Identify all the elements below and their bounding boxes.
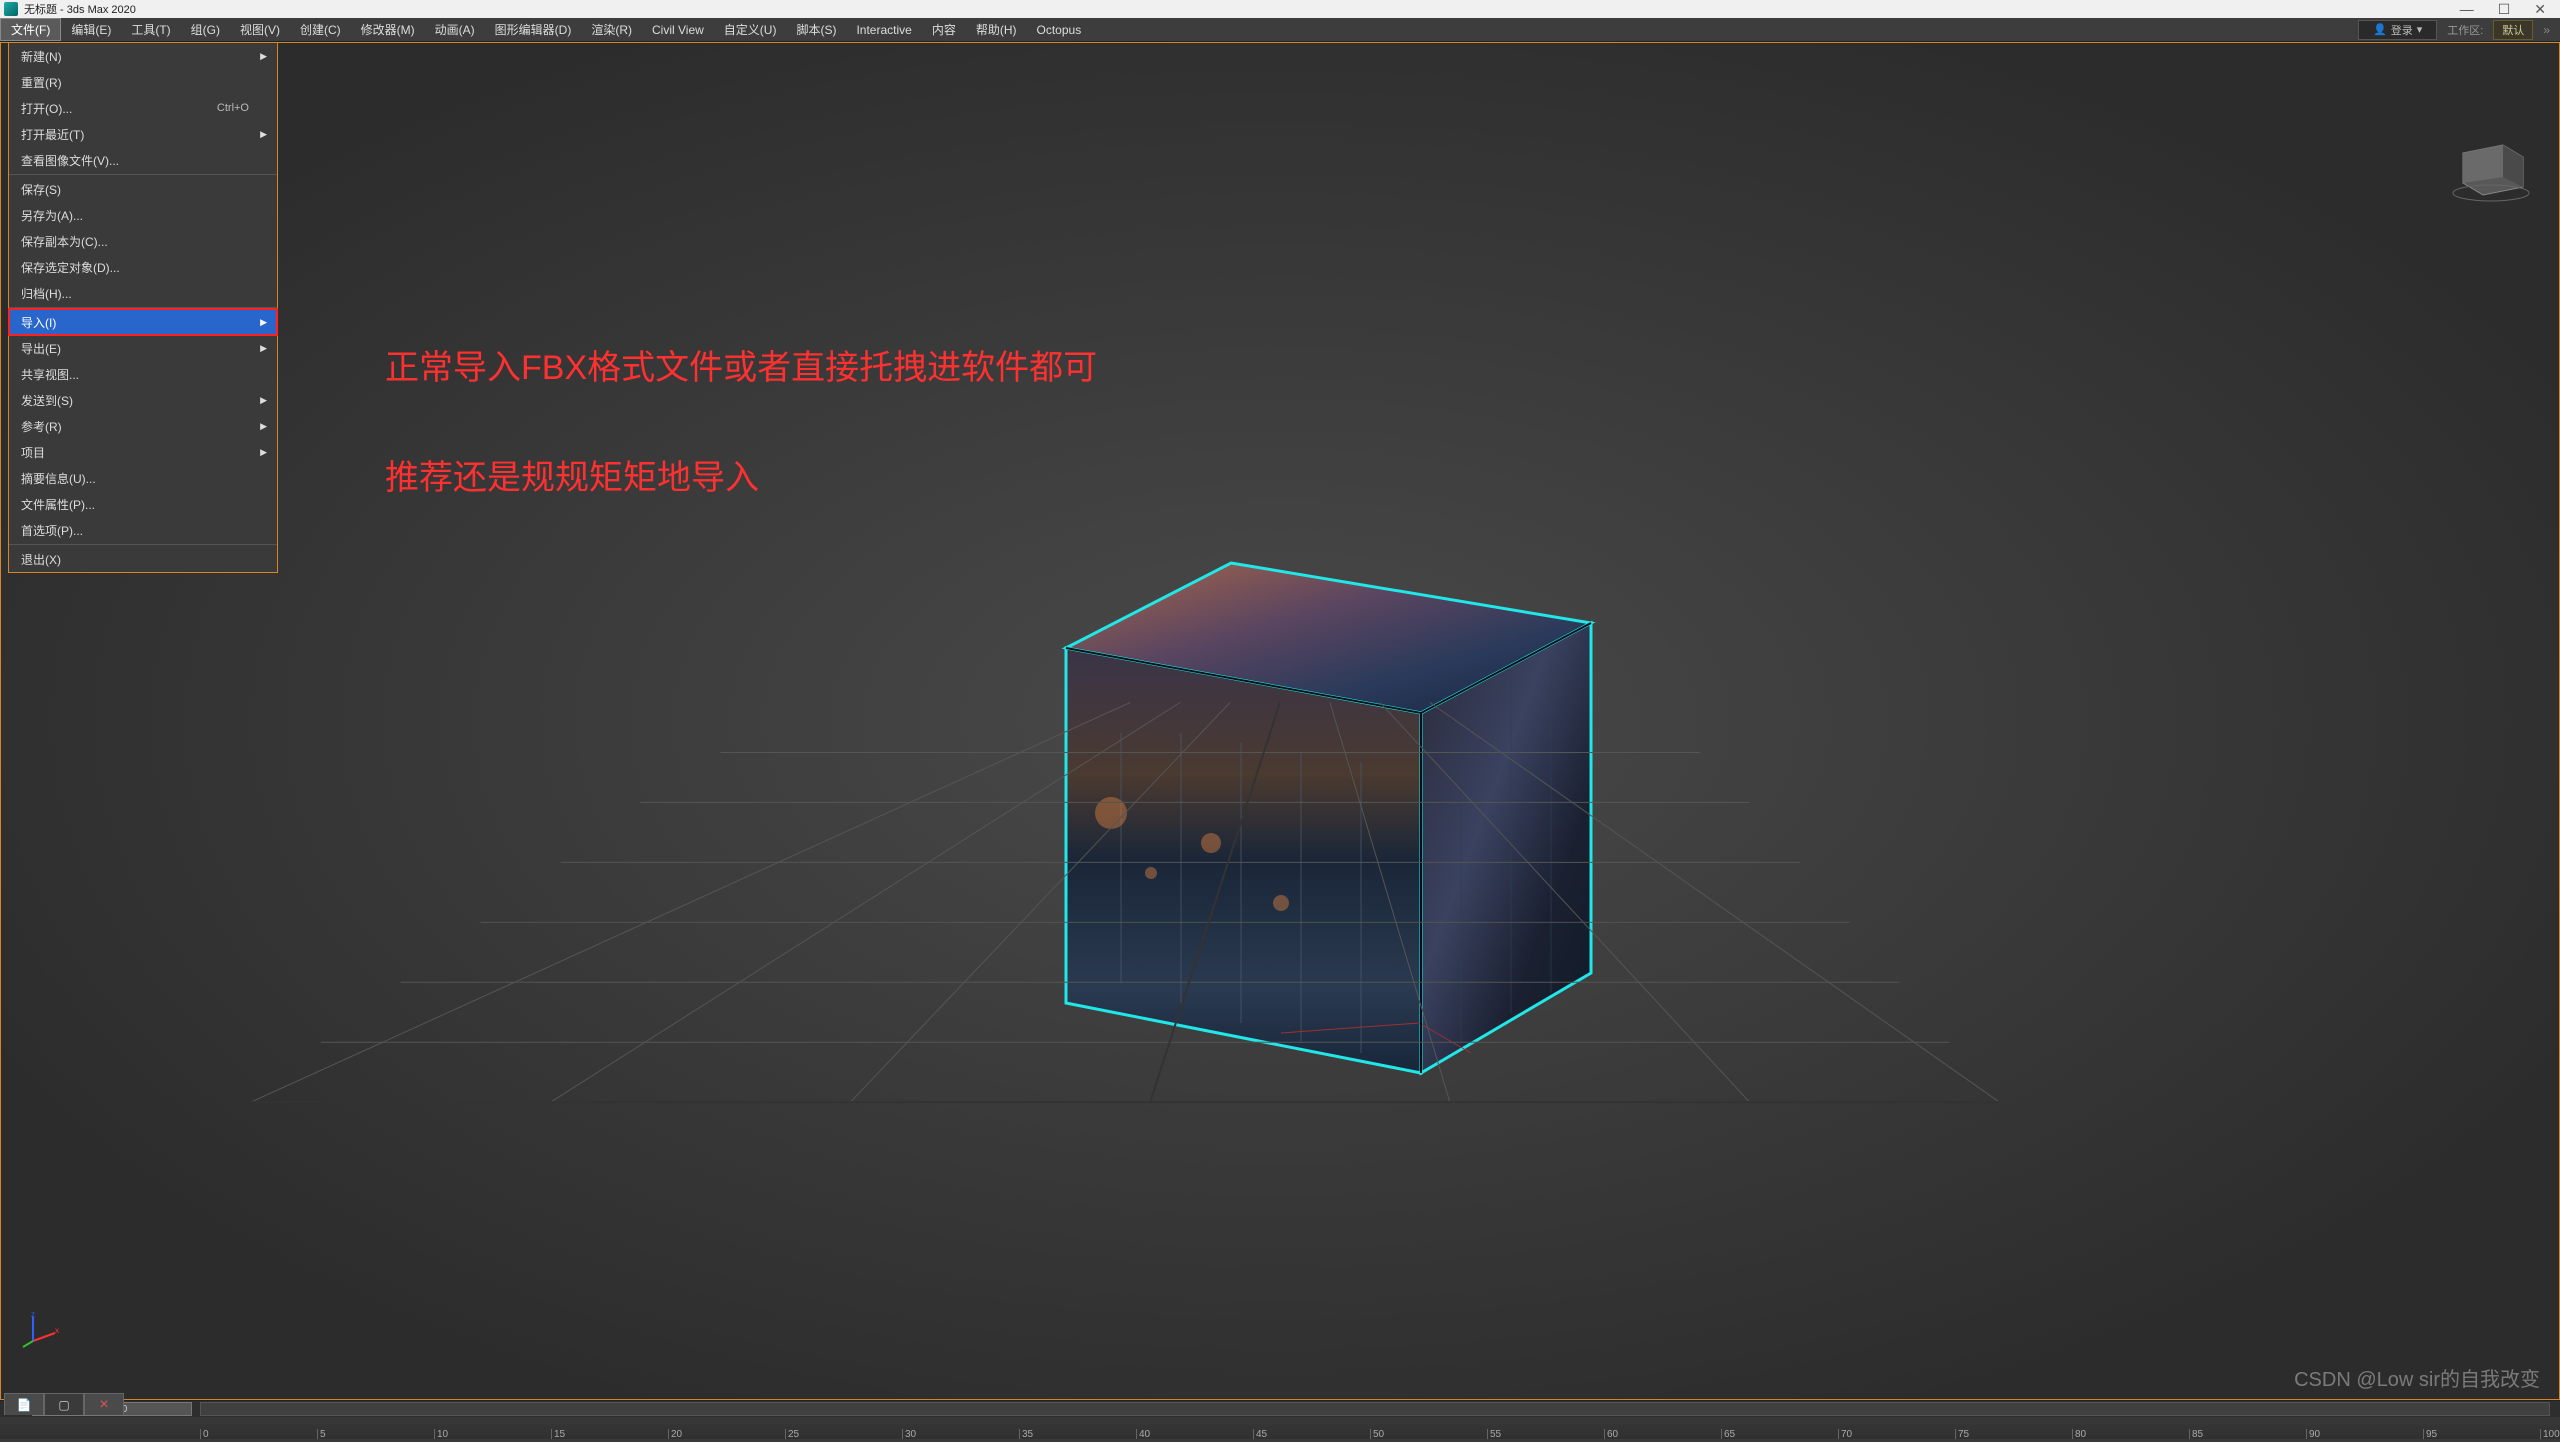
svg-text:z: z — [31, 1310, 35, 1319]
menu-item-label: 导出(E) — [21, 340, 61, 357]
annotation-line1: 正常导入FBX格式文件或者直接托拽进软件都可 — [385, 340, 1097, 389]
workspace-label: 工作区: — [2447, 22, 2483, 38]
submenu-arrow-icon: ▶ — [260, 51, 267, 62]
workspace-selector[interactable]: 默认 — [2493, 20, 2533, 40]
menu-view[interactable]: 视图(V) — [230, 18, 290, 41]
submenu-arrow-icon: ▶ — [260, 447, 267, 458]
menu-item-label: 参考(R) — [21, 418, 62, 435]
menu-item-label: 新建(N) — [21, 48, 62, 65]
window-title: 无标题 - 3ds Max 2020 — [24, 1, 136, 17]
menu-item-label: 保存(S) — [21, 181, 61, 198]
menu-create[interactable]: 创建(C) — [290, 18, 351, 41]
submenu-arrow-icon: ▶ — [260, 129, 267, 140]
submenu-arrow-icon: ▶ — [260, 317, 267, 328]
menu-item-label: 保存副本为(C)... — [21, 233, 108, 250]
help-icon[interactable]: » — [2543, 23, 2550, 37]
login-button[interactable]: 👤 登录 ▾ — [2358, 20, 2437, 40]
chevron-down-icon: ▾ — [2417, 23, 2423, 36]
file-menu-item[interactable]: 导出(E) ▶ — [9, 335, 277, 361]
watermark: CSDN @Low sir的自我改变 — [2294, 1363, 2540, 1392]
submenu-arrow-icon: ▶ — [260, 343, 267, 354]
menu-edit[interactable]: 编辑(E) — [61, 18, 121, 41]
file-menu-item[interactable]: 查看图像文件(V)... — [9, 147, 277, 173]
app-icon — [4, 2, 18, 16]
tab-close[interactable]: × — [84, 1393, 124, 1415]
menu-item-label: 导入(I) — [21, 314, 56, 331]
tab-listener[interactable]: ▢ — [44, 1393, 84, 1415]
menu-item-label: 另存为(A)... — [21, 207, 83, 224]
file-dropdown: 新建(N) ▶ 重置(R) 打开(O)... Ctrl+O 打开最近(T) ▶ 查看图像文件(… — [8, 42, 278, 573]
annotation-line2: 推荐还是规规矩矩地导入 — [385, 450, 759, 499]
menu-customize[interactable]: 自定义(U) — [714, 18, 787, 41]
menu-item-label: 共享视图... — [21, 366, 79, 383]
menu-item-label: 归档(H)... — [21, 285, 72, 302]
menu-right: 👤 登录 ▾ 工作区: 默认 » — [2358, 20, 2560, 40]
close-button[interactable]: ✕ — [2534, 1, 2546, 18]
menu-scripting[interactable]: 脚本(S) — [786, 18, 846, 41]
viewport[interactable]: x z — [0, 42, 2560, 1400]
menu-item-label: 重置(R) — [21, 74, 62, 91]
submenu-arrow-icon: ▶ — [260, 395, 267, 406]
file-menu-item[interactable]: 保存副本为(C)... — [9, 228, 277, 254]
menu-octopus[interactable]: Octopus — [1027, 18, 1092, 41]
menu-interactive[interactable]: Interactive — [846, 18, 921, 41]
menu-rendering[interactable]: 渲染(R) — [581, 18, 642, 41]
menu-grapheditors[interactable]: 图形编辑器(D) — [485, 18, 582, 41]
viewcube[interactable] — [2443, 133, 2533, 203]
file-menu-item[interactable]: 退出(X) — [9, 546, 277, 572]
menu-item-label: 文件属性(P)... — [21, 496, 95, 513]
title-bar: 无标题 - 3ds Max 2020 — ☐ ✕ — [0, 0, 2560, 18]
menu-civilview[interactable]: Civil View — [642, 18, 714, 41]
menu-item-label: 首选项(P)... — [21, 522, 83, 539]
file-menu-item[interactable]: 发送到(S) ▶ — [9, 387, 277, 413]
menu-item-label: 项目 — [21, 444, 45, 461]
file-menu-item[interactable]: 打开(O)... Ctrl+O — [9, 95, 277, 121]
workspace-value: 默认 — [2502, 25, 2524, 37]
axis-gizmo: x z — [21, 1309, 61, 1349]
menu-item-label: 保存选定对象(D)... — [21, 259, 120, 276]
file-menu-item[interactable]: 另存为(A)... — [9, 202, 277, 228]
menu-item-label: 摘要信息(U)... — [21, 470, 96, 487]
file-menu-item[interactable]: 文件属性(P)... — [9, 491, 277, 517]
maximize-button[interactable]: ☐ — [2498, 1, 2511, 18]
file-menu-item[interactable]: 导入(I) ▶ — [9, 309, 277, 335]
menu-group[interactable]: 组(G) — [181, 18, 230, 41]
file-menu-item[interactable]: 保存(S) — [9, 176, 277, 202]
menu-bar: 文件(F) 编辑(E) 工具(T) 组(G) 视图(V) 创建(C) 修改器(M… — [0, 18, 2560, 42]
menu-item-label: 查看图像文件(V)... — [21, 152, 119, 169]
file-menu-item[interactable]: 保存选定对象(D)... — [9, 254, 277, 280]
menu-content[interactable]: 内容 — [922, 18, 966, 41]
menu-item-label: 发送到(S) — [21, 392, 73, 409]
user-icon: 👤 — [2373, 23, 2387, 36]
file-menu-item[interactable]: 归档(H)... — [9, 280, 277, 306]
minimize-button[interactable]: — — [2460, 1, 2474, 18]
menu-help[interactable]: 帮助(H) — [966, 18, 1027, 41]
menu-shortcut: Ctrl+O — [217, 102, 249, 114]
menu-item-label: 退出(X) — [21, 551, 61, 568]
file-menu-item[interactable]: 参考(R) ▶ — [9, 413, 277, 439]
menu-animation[interactable]: 动画(A) — [425, 18, 485, 41]
file-menu-item[interactable]: 项目 ▶ — [9, 439, 277, 465]
login-label: 登录 — [2391, 22, 2413, 38]
file-menu-item[interactable]: 首选项(P)... — [9, 517, 277, 543]
file-menu-item[interactable]: 共享视图... — [9, 361, 277, 387]
window-controls: — ☐ ✕ — [2460, 1, 2556, 18]
submenu-arrow-icon: ▶ — [260, 421, 267, 432]
menu-tools[interactable]: 工具(T) — [121, 18, 180, 41]
menu-item-label: 打开最近(T) — [21, 126, 84, 143]
file-menu-item[interactable]: 打开最近(T) ▶ — [9, 121, 277, 147]
file-menu-item[interactable]: 新建(N) ▶ — [9, 43, 277, 69]
svg-text:x: x — [55, 1326, 59, 1335]
menu-item-label: 打开(O)... — [21, 100, 72, 117]
tab-script[interactable]: 📄 — [4, 1393, 44, 1415]
menu-modifiers[interactable]: 修改器(M) — [351, 18, 425, 41]
menu-file[interactable]: 文件(F) — [0, 18, 61, 41]
file-menu-item[interactable]: 摘要信息(U)... — [9, 465, 277, 491]
grid-floor — [1, 43, 2559, 1442]
file-menu-item[interactable]: 重置(R) — [9, 69, 277, 95]
